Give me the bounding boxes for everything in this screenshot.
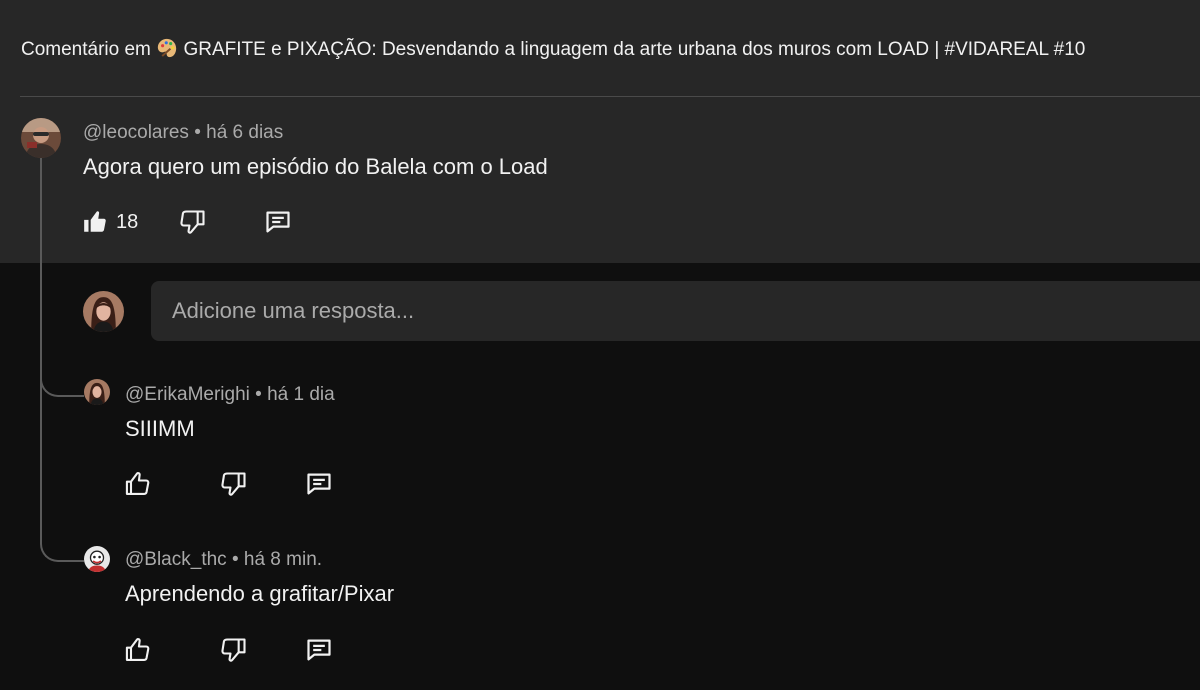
reply-comment-icon bbox=[307, 473, 331, 495]
avatar-current-user-icon bbox=[83, 291, 124, 332]
thumbs-down-icon bbox=[221, 472, 246, 496]
comment-time[interactable]: há 6 dias bbox=[206, 122, 283, 143]
thumbs-down-icon bbox=[180, 210, 205, 234]
page-title: Comentário em GRAFITE e PIXAÇÃO: Desvend… bbox=[21, 37, 1085, 62]
like-count: 18 bbox=[116, 210, 139, 233]
thumbs-down-icon bbox=[221, 638, 246, 662]
dislike-button[interactable] bbox=[220, 470, 248, 498]
comment-author[interactable]: @leocolares bbox=[83, 122, 189, 143]
comment-author-line: @leocolares • há 6 dias bbox=[83, 122, 283, 144]
reply-button[interactable] bbox=[304, 470, 334, 498]
separator-dot: • bbox=[255, 384, 262, 405]
artist-palette-icon bbox=[158, 38, 177, 58]
reply-text: SIIIMM bbox=[125, 416, 195, 441]
reply-time[interactable]: há 8 min. bbox=[244, 549, 322, 570]
header-divider bbox=[20, 96, 1200, 97]
reply-comment-icon bbox=[307, 639, 331, 661]
avatar[interactable] bbox=[21, 118, 61, 158]
video-title[interactable]: GRAFITE e PIXAÇÃO: Desvendando a linguag… bbox=[183, 39, 1085, 60]
thumbs-up-icon bbox=[125, 472, 150, 495]
avatar-erikamerighi-icon bbox=[84, 379, 110, 405]
reply-author[interactable]: @ErikaMerighi bbox=[125, 384, 250, 405]
separator-dot: • bbox=[231, 549, 239, 570]
reply-input[interactable]: Adicione uma resposta... bbox=[151, 281, 1200, 341]
avatar[interactable] bbox=[84, 546, 110, 572]
thumbs-up-icon bbox=[125, 638, 150, 661]
separator-dot: • bbox=[194, 122, 201, 143]
reply-time[interactable]: há 1 dia bbox=[267, 384, 335, 405]
reply-button[interactable] bbox=[304, 636, 334, 664]
reply-button[interactable] bbox=[263, 208, 293, 236]
reply-text: Aprendendo a grafitar/Pixar bbox=[125, 581, 395, 606]
reply-author[interactable]: @Black_thc bbox=[125, 549, 227, 570]
avatar[interactable] bbox=[84, 379, 110, 405]
avatar-black-thc-icon bbox=[84, 546, 110, 572]
comment-text: Agora quero um episódio do Balela com o … bbox=[83, 154, 548, 179]
reply-author-line: @ErikaMerighi • há 1 dia bbox=[125, 384, 335, 406]
reply-comment-icon bbox=[266, 211, 290, 233]
like-button[interactable]: 18 bbox=[82, 208, 138, 236]
like-button[interactable] bbox=[124, 470, 152, 498]
thread-connector bbox=[40, 538, 84, 562]
thumbs-up-icon bbox=[84, 211, 106, 232]
avatar-leocolares-icon bbox=[21, 118, 61, 158]
reply-author-line: @Black_thc • há 8 min. bbox=[125, 549, 322, 571]
header-prefix: Comentário em bbox=[21, 39, 151, 60]
like-button[interactable] bbox=[124, 636, 152, 664]
current-user-avatar[interactable] bbox=[83, 291, 124, 332]
thread-connector bbox=[40, 373, 84, 397]
dislike-button[interactable] bbox=[179, 208, 207, 236]
thread-line bbox=[40, 158, 42, 538]
dislike-button[interactable] bbox=[220, 636, 248, 664]
